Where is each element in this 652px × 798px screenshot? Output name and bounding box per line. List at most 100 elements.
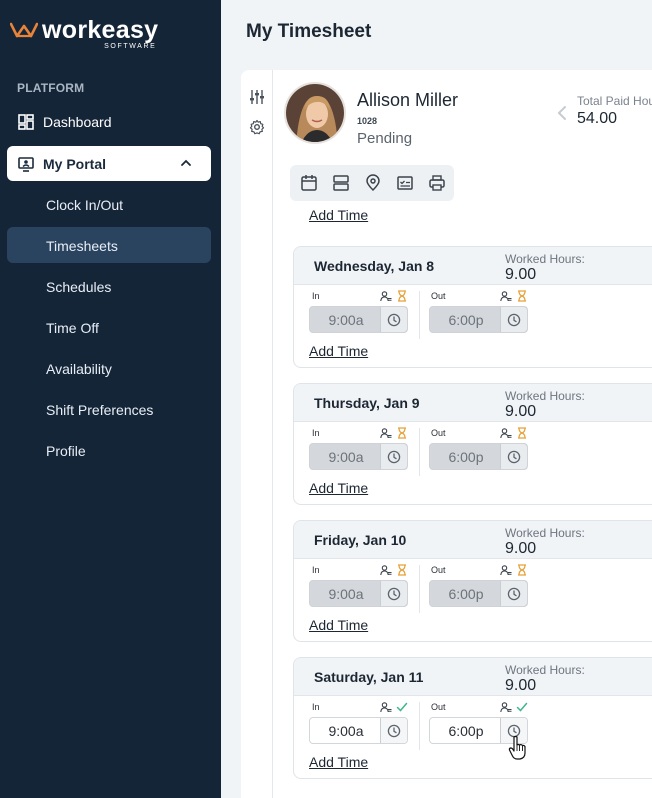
day-card: Wednesday, Jan 8 Worked Hours: 9.00 In Out 9:… <box>293 246 652 368</box>
sidebar: workeasy SOFTWARE PLATFORM Dashboard My … <box>0 0 221 798</box>
clock-out-status <box>500 427 528 439</box>
clock-in-time-field[interactable]: 9:00a <box>309 443 408 470</box>
sidebar-item-schedules[interactable]: Schedules <box>46 279 111 295</box>
clock-icon <box>507 450 521 463</box>
clock-out-time-field[interactable]: 6:00p <box>429 443 528 470</box>
user-check-icon <box>500 565 512 576</box>
add-time-link[interactable]: Add Time <box>309 617 368 633</box>
worked-hours-value: 9.00 <box>505 677 537 694</box>
brand-name: workeasy <box>42 16 159 44</box>
add-time-link[interactable]: Add Time <box>309 754 368 770</box>
worked-hours-value: 9.00 <box>505 403 537 420</box>
sidebar-item-clock-in-out[interactable]: Clock In/Out <box>46 197 123 213</box>
checkmark-icon <box>396 702 408 712</box>
total-paid-hours-label: Total Paid Hou <box>577 94 652 108</box>
day-card-header: Saturday, Jan 11 Worked Hours: 9.00 <box>294 658 652 696</box>
day-card: Thursday, Jan 9 Worked Hours: 9.00 In Out 9:0… <box>293 383 652 505</box>
total-paid-hours-value: 54.00 <box>577 110 618 127</box>
clock-in-status <box>380 701 408 713</box>
crown-logo-icon <box>10 22 38 38</box>
clock-icon <box>507 313 521 326</box>
hourglass-icon <box>518 564 526 576</box>
clock-in-time-field[interactable]: 9:00a <box>309 306 408 333</box>
clock-icon <box>387 587 401 600</box>
hourglass-icon <box>398 290 406 302</box>
clock-out-status <box>500 564 528 576</box>
user-check-icon <box>500 428 512 439</box>
clock-out-status <box>500 701 528 713</box>
day-label: Saturday, Jan 11 <box>314 669 424 685</box>
day-card-header: Friday, Jan 10 Worked Hours: 9.00 <box>294 521 652 559</box>
day-card: Friday, Jan 10 Worked Hours: 9.00 In Out 9:00… <box>293 520 652 642</box>
page-title: My Timesheet <box>246 21 372 42</box>
sidebar-item-availability[interactable]: Availability <box>46 361 112 377</box>
clock-out-picker-button[interactable] <box>500 581 527 606</box>
in-out-divider <box>419 291 420 339</box>
timesheet-status: Pending <box>357 130 413 147</box>
clock-out-time: 6:00p <box>448 722 484 739</box>
clock-in-picker-button[interactable] <box>380 581 407 606</box>
clock-in-picker-button[interactable] <box>380 718 407 743</box>
rows-icon[interactable] <box>332 174 350 192</box>
in-out-divider <box>419 428 420 476</box>
sidebar-item-timesheets[interactable]: Timesheets <box>46 238 118 254</box>
in-out-divider <box>419 565 420 613</box>
gear-icon[interactable] <box>249 119 265 135</box>
clock-out-picker-button[interactable] <box>500 307 527 332</box>
sidebar-item-label: Dashboard <box>43 114 112 130</box>
dashboard-icon <box>18 114 34 130</box>
clock-in-time: 9:00a <box>328 585 364 602</box>
printer-icon[interactable] <box>428 174 446 192</box>
user-check-icon <box>500 702 512 713</box>
clock-in-time-field[interactable]: 9:00a <box>309 580 408 607</box>
clock-out-label: Out <box>431 291 446 301</box>
hourglass-icon <box>398 427 406 439</box>
day-label: Thursday, Jan 9 <box>314 395 420 411</box>
employee-id: 1028 <box>357 116 378 126</box>
clock-out-status <box>500 290 528 302</box>
clock-out-picker-button[interactable] <box>500 444 527 469</box>
user-check-icon <box>380 702 392 713</box>
day-card-header: Thursday, Jan 9 Worked Hours: 9.00 <box>294 384 652 422</box>
clock-out-time-field[interactable]: 6:00p <box>429 306 528 333</box>
sliders-icon[interactable] <box>249 89 265 105</box>
clock-icon <box>387 724 401 737</box>
clock-out-time: 6:00p <box>448 448 484 465</box>
location-pin-icon[interactable] <box>364 174 382 192</box>
checklist-icon[interactable] <box>396 174 414 192</box>
employee-name: Allison Miller <box>357 90 459 110</box>
chevron-up-icon[interactable] <box>179 156 193 170</box>
brand-logo[interactable]: workeasy SOFTWARE <box>10 18 158 50</box>
add-time-link[interactable]: Add Time <box>309 343 368 359</box>
day-label: Wednesday, Jan 8 <box>314 258 435 274</box>
clock-in-picker-button[interactable] <box>380 444 407 469</box>
user-check-icon <box>380 291 392 302</box>
sidebar-item-profile[interactable]: Profile <box>46 443 86 459</box>
sidebar-item-dashboard[interactable]: Dashboard <box>17 113 112 131</box>
worked-hours-value: 9.00 <box>505 266 537 283</box>
user-check-icon <box>500 291 512 302</box>
worked-hours-value: 9.00 <box>505 540 537 557</box>
clock-in-status <box>380 427 408 439</box>
clock-icon <box>387 313 401 326</box>
chevron-left-icon[interactable] <box>555 104 569 122</box>
add-time-link[interactable]: Add Time <box>309 207 368 223</box>
hourglass-icon <box>518 290 526 302</box>
clock-out-label: Out <box>431 565 446 575</box>
tool-column <box>241 70 273 798</box>
sidebar-item-time-off[interactable]: Time Off <box>46 320 99 336</box>
sidebar-item-shift-preferences[interactable]: Shift Preferences <box>46 402 153 418</box>
clock-icon <box>507 587 521 600</box>
clock-in-status <box>380 564 408 576</box>
day-card-header: Wednesday, Jan 8 Worked Hours: 9.00 <box>294 247 652 285</box>
clock-in-status <box>380 290 408 302</box>
user-check-icon <box>380 565 392 576</box>
clock-in-time-field[interactable]: 9:00a <box>309 717 408 744</box>
clock-out-time-field[interactable]: 6:00p <box>429 580 528 607</box>
sidebar-item-my-portal[interactable]: My Portal <box>7 146 211 181</box>
calendar-icon[interactable] <box>300 174 318 192</box>
checkmark-icon <box>516 702 528 712</box>
user-check-icon <box>380 428 392 439</box>
clock-in-picker-button[interactable] <box>380 307 407 332</box>
add-time-link[interactable]: Add Time <box>309 480 368 496</box>
